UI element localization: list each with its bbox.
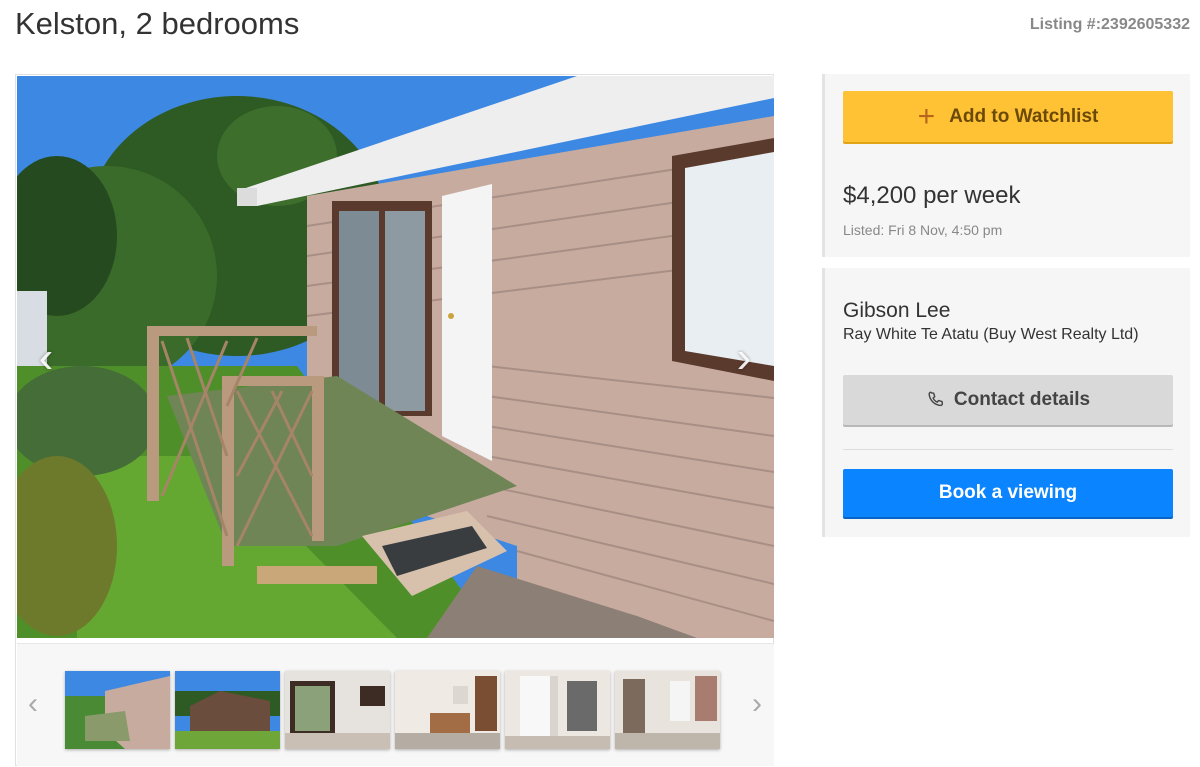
listing-number: Listing #:2392605332 — [1029, 16, 1190, 33]
page-title: Kelston, 2 bedrooms — [15, 6, 300, 41]
thumbnail[interactable] — [285, 671, 390, 749]
thumbs-next-button[interactable]: › — [743, 686, 771, 722]
thumbnail[interactable] — [65, 671, 170, 749]
agency-name: Ray White Te Atatu (Buy West Realty Ltd) — [843, 326, 1139, 343]
phone-icon — [928, 391, 943, 407]
agent-name: Gibson Lee — [843, 299, 951, 322]
listed-date: Listed: Fri 8 Nov, 4:50 pm — [843, 222, 1003, 238]
chevron-right-icon: › — [752, 687, 762, 720]
next-photo-button[interactable]: › — [729, 336, 759, 380]
watchlist-label: Add to Watchlist — [949, 105, 1099, 127]
contact-details-button[interactable]: Contact details — [843, 375, 1173, 425]
thumbnail[interactable] — [175, 671, 280, 749]
plus-icon: + — [917, 99, 936, 133]
chevron-left-icon: ‹ — [28, 687, 38, 720]
thumbnail[interactable] — [615, 671, 720, 749]
agent-card: Gibson Lee Ray White Te Atatu (Buy West … — [822, 268, 1190, 537]
price: $4,200 per week — [843, 182, 1021, 209]
thumbs-prev-button[interactable]: ‹ — [19, 686, 47, 722]
thumbnail[interactable] — [395, 671, 500, 749]
contact-label: Contact details — [953, 389, 1091, 410]
chevron-right-icon: › — [736, 333, 752, 382]
chevron-left-icon: ‹ — [38, 333, 54, 382]
house-photo — [17, 76, 774, 638]
divider — [843, 449, 1173, 450]
photo-gallery: ‹ › ‹ › — [15, 74, 774, 766]
thumbnail-strip: ‹ › — [17, 643, 774, 766]
price-card: + Add to Watchlist $4,200 per week Liste… — [822, 74, 1190, 257]
add-to-watchlist-button[interactable]: + Add to Watchlist — [843, 91, 1173, 142]
prev-photo-button[interactable]: ‹ — [31, 336, 61, 380]
book-viewing-button[interactable]: Book a viewing — [843, 469, 1173, 517]
thumbnail[interactable] — [505, 671, 610, 749]
main-photo[interactable]: ‹ › — [17, 76, 774, 638]
